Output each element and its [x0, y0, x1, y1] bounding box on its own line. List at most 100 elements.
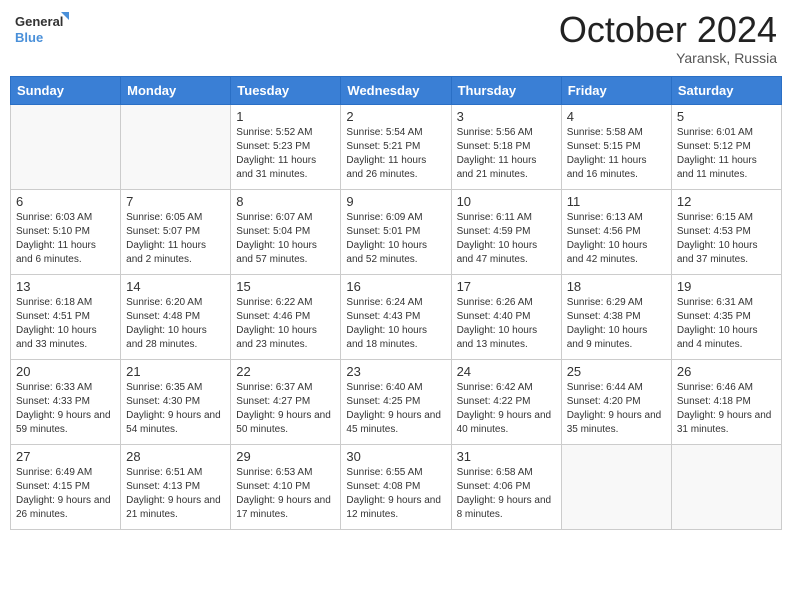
day-cell-6: 6 Sunrise: 6:03 AMSunset: 5:10 PMDaylight…: [11, 189, 121, 274]
day-cell-5: 5Sunrise: 6:01 AMSunset: 5:12 PMDaylight…: [671, 104, 781, 189]
day-info: Sunrise: 6:51 AMSunset: 4:13 PMDaylight:…: [126, 466, 225, 522]
day-cell-1: 1 Sunrise: 5:52 AMSunset: 5:23 PMDaylight…: [231, 104, 341, 189]
month-title: October 2024: [559, 10, 777, 50]
day-cell-9: 9 Sunrise: 6:09 AMSunset: 5:01 PMDaylight…: [341, 189, 451, 274]
logo: General Blue: [15, 10, 70, 50]
header-row: SundayMondayTuesdayWednesdayThursdayFrid…: [11, 76, 782, 104]
day-number: 10: [457, 194, 556, 209]
day-info: Sunrise: 6:31 AMSunset: 4:35 PMDaylight:…: [677, 296, 776, 352]
day-info: Sunrise: 6:15 AMSunset: 4:53 PMDaylight:…: [677, 211, 776, 267]
day-cell-2: 2 Sunrise: 5:54 AMSunset: 5:21 PMDaylight…: [341, 104, 451, 189]
day-number: 14: [126, 279, 225, 294]
day-number: 12: [677, 194, 776, 209]
day-cell-10: 10 Sunrise: 6:11 AMSunset: 4:59 PMDayligh…: [451, 189, 561, 274]
day-info: Sunrise: 6:53 AMSunset: 4:10 PMDaylight:…: [236, 466, 335, 522]
day-number: 29: [236, 449, 335, 464]
day-info: Sunrise: 6:40 AMSunset: 4:25 PMDaylight:…: [346, 381, 445, 437]
day-info: Sunrise: 6:11 AMSunset: 4:59 PMDaylight:…: [457, 211, 556, 267]
day-number: 25: [567, 364, 666, 379]
week-row-1: 1 Sunrise: 5:52 AMSunset: 5:23 PMDaylight…: [11, 104, 782, 189]
day-number: 9: [346, 194, 445, 209]
day-number: 21: [126, 364, 225, 379]
day-number: 26: [677, 364, 776, 379]
day-cell-13: 13 Sunrise: 6:18 AMSunset: 4:51 PMDayligh…: [11, 274, 121, 359]
day-cell-18: 18 Sunrise: 6:29 AMSunset: 4:38 PMDayligh…: [561, 274, 671, 359]
day-cell-28: 28 Sunrise: 6:51 AMSunset: 4:13 PMDayligh…: [121, 444, 231, 529]
day-info: Sunrise: 5:58 AMSunset: 5:15 PMDaylight:…: [567, 126, 666, 182]
day-info: Sunrise: 6:46 AMSunset: 4:18 PMDaylight:…: [677, 381, 776, 437]
day-number: 17: [457, 279, 556, 294]
day-info: Sunrise: 5:52 AMSunset: 5:23 PMDaylight:…: [236, 126, 335, 182]
page-header: General Blue October 2024 Yaransk, Russi…: [10, 10, 782, 66]
day-cell-30: 30 Sunrise: 6:55 AMSunset: 4:08 PMDayligh…: [341, 444, 451, 529]
day-number: 23: [346, 364, 445, 379]
column-header-thursday: Thursday: [451, 76, 561, 104]
day-info: Sunrise: 6:20 AMSunset: 4:48 PMDaylight:…: [126, 296, 225, 352]
day-number: 11: [567, 194, 666, 209]
day-cell-20: 20Sunrise: 6:33 AMSunset: 4:33 PMDayligh…: [11, 359, 121, 444]
day-cell-3: 3 Sunrise: 5:56 AMSunset: 5:18 PMDaylight…: [451, 104, 561, 189]
day-number: 18: [567, 279, 666, 294]
day-info: Sunrise: 6:58 AMSunset: 4:06 PMDaylight:…: [457, 466, 556, 522]
day-cell-23: 23 Sunrise: 6:40 AMSunset: 4:25 PMDayligh…: [341, 359, 451, 444]
column-header-tuesday: Tuesday: [231, 76, 341, 104]
day-cell-26: 26 Sunrise: 6:46 AMSunset: 4:18 PMDayligh…: [671, 359, 781, 444]
day-cell-24: 24 Sunrise: 6:42 AMSunset: 4:22 PMDayligh…: [451, 359, 561, 444]
day-number: 6: [16, 194, 115, 209]
column-header-friday: Friday: [561, 76, 671, 104]
day-info: Sunrise: 6:44 AMSunset: 4:20 PMDaylight:…: [567, 381, 666, 437]
day-info: Sunrise: 6:26 AMSunset: 4:40 PMDaylight:…: [457, 296, 556, 352]
day-cell-27: 27 Sunrise: 6:49 AMSunset: 4:15 PMDayligh…: [11, 444, 121, 529]
day-number: 27: [16, 449, 115, 464]
day-info: Sunrise: 6:55 AMSunset: 4:08 PMDaylight:…: [346, 466, 445, 522]
day-number: 24: [457, 364, 556, 379]
day-number: 19: [677, 279, 776, 294]
day-number: 1: [236, 109, 335, 124]
title-area: October 2024 Yaransk, Russia: [559, 10, 777, 66]
day-number: 28: [126, 449, 225, 464]
day-cell-4: 4Sunrise: 5:58 AMSunset: 5:15 PMDaylight…: [561, 104, 671, 189]
day-info: Sunrise: 6:18 AMSunset: 4:51 PMDaylight:…: [16, 296, 115, 352]
day-number: 7: [126, 194, 225, 209]
day-number: 16: [346, 279, 445, 294]
day-number: 2: [346, 109, 445, 124]
day-info: Sunrise: 6:05 AMSunset: 5:07 PMDaylight:…: [126, 211, 225, 267]
day-info: Sunrise: 6:22 AMSunset: 4:46 PMDaylight:…: [236, 296, 335, 352]
week-row-5: 27 Sunrise: 6:49 AMSunset: 4:15 PMDayligh…: [11, 444, 782, 529]
day-cell-17: 17 Sunrise: 6:26 AMSunset: 4:40 PMDayligh…: [451, 274, 561, 359]
day-info: Sunrise: 6:07 AMSunset: 5:04 PMDaylight:…: [236, 211, 335, 267]
day-number: 13: [16, 279, 115, 294]
day-info: Sunrise: 6:01 AMSunset: 5:12 PMDaylight:…: [677, 126, 776, 182]
day-cell-29: 29 Sunrise: 6:53 AMSunset: 4:10 PMDayligh…: [231, 444, 341, 529]
day-cell-16: 16Sunrise: 6:24 AMSunset: 4:43 PMDayligh…: [341, 274, 451, 359]
day-info: Sunrise: 6:09 AMSunset: 5:01 PMDaylight:…: [346, 211, 445, 267]
day-info: Sunrise: 6:49 AMSunset: 4:15 PMDaylight:…: [16, 466, 115, 522]
day-info: Sunrise: 6:35 AMSunset: 4:30 PMDaylight:…: [126, 381, 225, 437]
day-number: 8: [236, 194, 335, 209]
day-number: 3: [457, 109, 556, 124]
day-info: Sunrise: 6:29 AMSunset: 4:38 PMDaylight:…: [567, 296, 666, 352]
column-header-monday: Monday: [121, 76, 231, 104]
day-cell-19: 19 Sunrise: 6:31 AMSunset: 4:35 PMDayligh…: [671, 274, 781, 359]
day-info: Sunrise: 5:54 AMSunset: 5:21 PMDaylight:…: [346, 126, 445, 182]
week-row-2: 6 Sunrise: 6:03 AMSunset: 5:10 PMDaylight…: [11, 189, 782, 274]
day-cell-22: 22Sunrise: 6:37 AMSunset: 4:27 PMDayligh…: [231, 359, 341, 444]
day-info: Sunrise: 6:03 AMSunset: 5:10 PMDaylight:…: [16, 211, 115, 267]
day-info: Sunrise: 6:42 AMSunset: 4:22 PMDaylight:…: [457, 381, 556, 437]
day-cell-14: 14 Sunrise: 6:20 AMSunset: 4:48 PMDayligh…: [121, 274, 231, 359]
day-number: 31: [457, 449, 556, 464]
day-cell-25: 25 Sunrise: 6:44 AMSunset: 4:20 PMDayligh…: [561, 359, 671, 444]
column-header-sunday: Sunday: [11, 76, 121, 104]
column-header-saturday: Saturday: [671, 76, 781, 104]
day-number: 22: [236, 364, 335, 379]
empty-cell: [671, 444, 781, 529]
svg-text:General: General: [15, 14, 63, 29]
logo-svg: General Blue: [15, 10, 70, 50]
week-row-4: 20Sunrise: 6:33 AMSunset: 4:33 PMDayligh…: [11, 359, 782, 444]
day-number: 30: [346, 449, 445, 464]
column-header-wednesday: Wednesday: [341, 76, 451, 104]
day-number: 20: [16, 364, 115, 379]
day-number: 15: [236, 279, 335, 294]
day-info: Sunrise: 5:56 AMSunset: 5:18 PMDaylight:…: [457, 126, 556, 182]
day-cell-11: 11Sunrise: 6:13 AMSunset: 4:56 PMDayligh…: [561, 189, 671, 274]
